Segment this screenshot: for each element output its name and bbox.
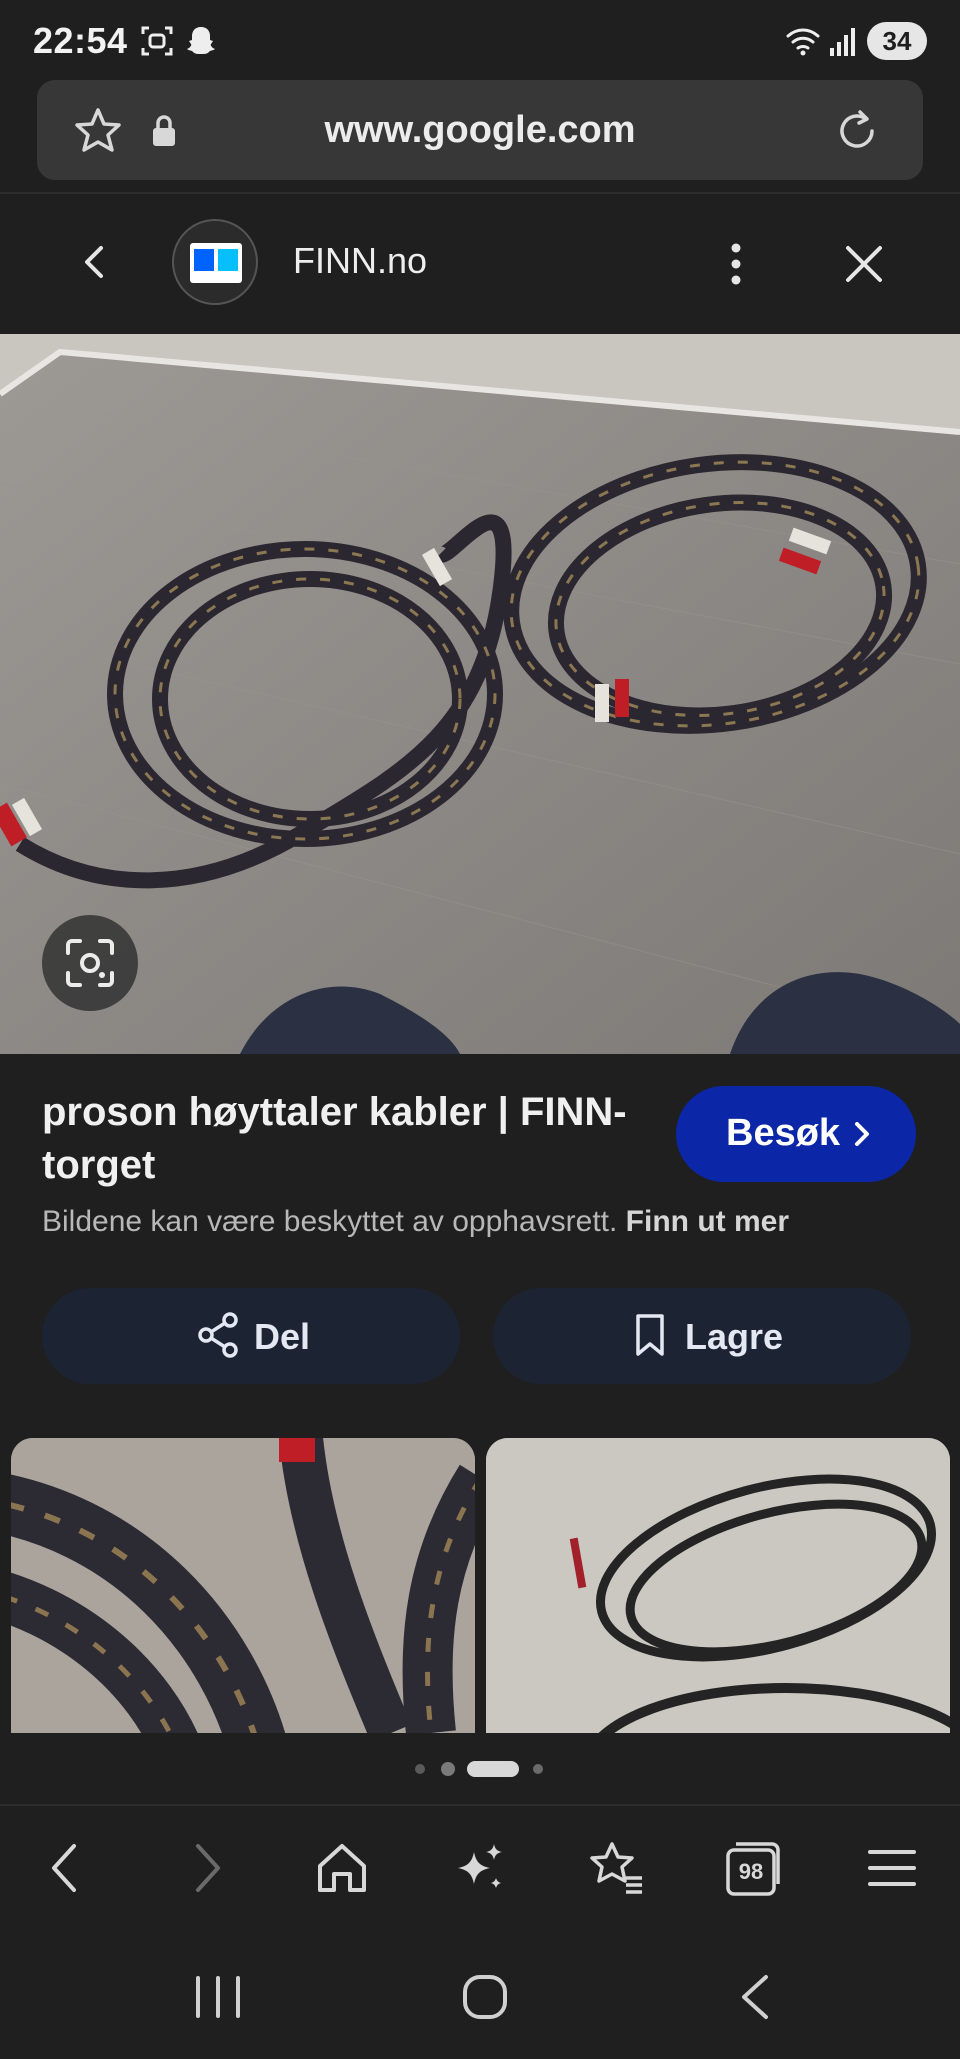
site-name[interactable]: FINN.no xyxy=(293,240,427,282)
visit-label: Besøk xyxy=(726,1112,841,1154)
home-circle-icon[interactable] xyxy=(460,1970,510,2024)
back-icon[interactable] xyxy=(36,1838,96,1898)
url-text[interactable]: www.google.com xyxy=(37,80,923,180)
lens-icon xyxy=(66,939,114,987)
site-header xyxy=(0,194,960,334)
site-logo[interactable] xyxy=(172,219,258,305)
reload-icon[interactable] xyxy=(832,106,882,156)
cables-photo xyxy=(0,334,960,1054)
result-title[interactable]: proson høyttaler kabler | FINN-torget xyxy=(42,1086,642,1192)
status-time: 22:54 xyxy=(33,20,128,61)
qr-scan-icon xyxy=(141,26,173,56)
bookmark-icon xyxy=(636,1314,664,1356)
close-icon[interactable] xyxy=(843,243,885,285)
related-image[interactable] xyxy=(11,1438,475,1733)
forward-icon[interactable] xyxy=(176,1838,236,1898)
share-button[interactable]: Del xyxy=(42,1288,460,1384)
finn-logo-icon xyxy=(190,243,242,283)
copyright-text: Bildene kan være beskyttet av opphavsret… xyxy=(42,1205,618,1238)
sparkle-icon[interactable] xyxy=(450,1838,510,1898)
snapchat-icon xyxy=(187,27,215,54)
tabs-count: 98 xyxy=(738,1859,764,1884)
signal-icon xyxy=(830,28,855,56)
recents-icon[interactable] xyxy=(190,1972,246,2022)
visit-button[interactable]: Besøk xyxy=(676,1086,916,1182)
save-button[interactable]: Lagre xyxy=(493,1288,911,1384)
tabs-button[interactable]: 98 xyxy=(724,1838,784,1898)
chevron-right-icon xyxy=(855,1122,869,1146)
hero-image[interactable] xyxy=(0,334,960,1054)
related-image-photo xyxy=(11,1438,475,1733)
home-icon[interactable] xyxy=(312,1838,372,1898)
back-chevron-icon[interactable] xyxy=(75,242,115,282)
more-vert-icon[interactable] xyxy=(724,240,748,288)
menu-icon[interactable] xyxy=(862,1838,922,1898)
share-label: Del xyxy=(254,1316,311,1357)
wifi-icon xyxy=(786,28,820,56)
learn-more-link[interactable]: Finn ut mer xyxy=(626,1205,789,1238)
system-back-icon[interactable] xyxy=(732,1972,782,2022)
copyright-notice: Bildene kan være beskyttet av opphavsret… xyxy=(42,1205,789,1239)
related-image-photo xyxy=(486,1438,950,1733)
address-bar[interactable]: www.google.com xyxy=(37,80,923,180)
related-image[interactable] xyxy=(486,1438,950,1733)
bookmarks-icon[interactable] xyxy=(586,1838,646,1898)
battery-badge: 34 xyxy=(867,22,927,60)
lens-button[interactable] xyxy=(42,915,138,1011)
save-label: Lagre xyxy=(685,1316,784,1357)
carousel-indicator xyxy=(415,1761,543,1777)
share-icon xyxy=(198,1312,238,1358)
